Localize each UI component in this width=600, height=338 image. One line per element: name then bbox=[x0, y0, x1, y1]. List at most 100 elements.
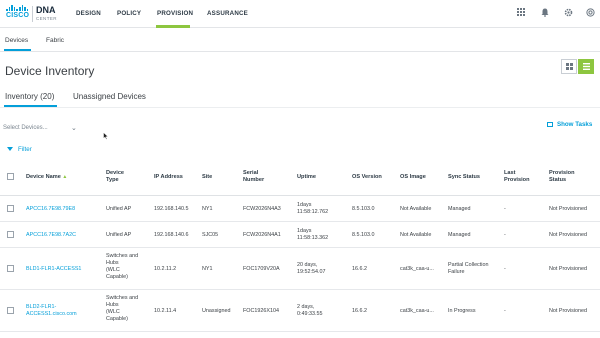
uptime-cell: 1days 11:58:12.762 bbox=[297, 202, 328, 216]
table-row[interactable]: BLD2-FLR1- ACCESS1.cisco.com Switches an… bbox=[0, 290, 600, 332]
ip-address-cell: 192.168.140.5 bbox=[154, 206, 189, 212]
serial-number-cell: FOC1926X104 bbox=[243, 308, 279, 314]
table-row[interactable]: BLD1-FLR1-ACCESS1 Switches and Hubs (WLC… bbox=[0, 248, 600, 290]
table-row[interactable]: APCC16.7E98.7A2C Unified AP 192.168.140.… bbox=[0, 222, 600, 248]
show-tasks-label: Show Tasks bbox=[557, 121, 593, 128]
os-image-cell: cat3k_caa-u... bbox=[400, 266, 434, 272]
nav-design[interactable]: DESIGN bbox=[76, 10, 101, 17]
row-checkbox[interactable] bbox=[7, 205, 14, 212]
column-header-uptime[interactable]: Uptime bbox=[297, 174, 316, 181]
provision-status-cell: Not Provisioned bbox=[549, 232, 588, 238]
device-type-cell: Switches and Hubs (WLC Capable) bbox=[106, 253, 138, 281]
column-header-site[interactable]: Site bbox=[202, 174, 212, 181]
site-cell: NY1 bbox=[202, 206, 213, 212]
column-header-ip-address[interactable]: IP Address bbox=[154, 174, 183, 181]
tab-devices[interactable]: Devices bbox=[5, 37, 28, 44]
device-name-link[interactable]: BLD1-FLR1-ACCESS1 bbox=[26, 266, 81, 273]
cisco-dna-center-logo[interactable]: CISCO DNA CENTER bbox=[6, 5, 62, 23]
ip-address-cell: 192.168.140.6 bbox=[154, 232, 189, 238]
sort-ascending-icon: ▲ bbox=[62, 174, 68, 180]
last-provision-cell: - bbox=[504, 232, 506, 238]
device-name-line: ACCESS1.cisco.com bbox=[26, 311, 77, 317]
row-checkbox[interactable] bbox=[7, 231, 14, 238]
device-type-line: Switches and bbox=[106, 295, 139, 301]
column-header-provision-status[interactable]: Provision Status bbox=[549, 170, 575, 184]
select-devices-placeholder: Select Devices... bbox=[3, 125, 48, 131]
column-header-label: Number bbox=[243, 177, 265, 183]
table-header-row: Device Name ▲ Device Type IP Address Sit… bbox=[0, 160, 600, 196]
filter-label: Filter bbox=[18, 146, 32, 153]
nav-provision[interactable]: PROVISION bbox=[157, 10, 193, 17]
row-checkbox[interactable] bbox=[7, 265, 14, 272]
device-type-line: Capable) bbox=[106, 316, 128, 322]
column-header-os-image[interactable]: OS Image bbox=[400, 174, 426, 181]
column-header-label: Last bbox=[504, 170, 516, 176]
ip-address-cell: 10.2.11.2 bbox=[154, 266, 177, 272]
cisco-wordmark: CISCO bbox=[6, 12, 30, 19]
column-header-label: Device bbox=[106, 170, 125, 176]
device-type-line: (WLC bbox=[106, 267, 120, 273]
serial-number-cell: FOC1709V20A bbox=[243, 266, 280, 272]
device-name-link[interactable]: APCC16.7E98.7A2C bbox=[26, 232, 76, 239]
table-row[interactable]: APCC16.7E98.79E8 Unified AP 192.168.140.… bbox=[0, 196, 600, 222]
uptime-line: 2 days, bbox=[297, 304, 315, 310]
provision-status-cell: Not Provisioned bbox=[549, 206, 588, 212]
column-header-sync-status[interactable]: Sync Status bbox=[448, 174, 480, 181]
select-devices-dropdown[interactable]: Select Devices... ⌄ bbox=[3, 125, 77, 132]
filter-button[interactable]: Filter bbox=[7, 146, 32, 153]
column-header-os-version[interactable]: OS Version bbox=[352, 174, 382, 181]
device-type-line: Capable) bbox=[106, 274, 128, 280]
nav-policy[interactable]: POLICY bbox=[117, 10, 141, 17]
product-name: DNA bbox=[36, 5, 56, 15]
column-header-serial-number[interactable]: Serial Number bbox=[243, 170, 264, 184]
device-type-line: Switches and bbox=[106, 253, 139, 259]
last-provision-cell: - bbox=[504, 206, 506, 212]
device-type-cell: Unified AP bbox=[106, 232, 132, 238]
column-header-label: Device Name bbox=[26, 174, 61, 180]
serial-number-cell: FCW2026N4A3 bbox=[243, 206, 281, 212]
list-view-toggle[interactable] bbox=[578, 59, 594, 74]
uptime-line: 1days bbox=[297, 228, 312, 234]
os-version-cell: 8.5.103.0 bbox=[352, 232, 375, 238]
show-tasks-button[interactable]: Show Tasks bbox=[547, 121, 592, 128]
device-name-line: BLD2-FLR1- bbox=[26, 304, 57, 310]
bell-icon[interactable] bbox=[540, 8, 550, 18]
grid-view-toggle[interactable] bbox=[561, 59, 577, 74]
top-navigation-bar: CISCO DNA CENTER DESIGN POLICY PROVISION… bbox=[0, 0, 600, 28]
tab-fabric[interactable]: Fabric bbox=[46, 37, 64, 44]
column-header-label: Serial bbox=[243, 170, 259, 176]
apps-grid-icon[interactable] bbox=[516, 8, 526, 18]
uptime-line: 11:58:13.362 bbox=[297, 235, 329, 241]
help-icon[interactable] bbox=[585, 8, 595, 18]
column-header-last-provision[interactable]: Last Provision bbox=[504, 170, 530, 184]
provision-subtabs: Devices Fabric bbox=[0, 28, 600, 52]
os-image-cell: cat3k_caa-u... bbox=[400, 308, 434, 314]
tab-inventory[interactable]: Inventory (20) bbox=[5, 92, 54, 101]
device-name-link[interactable]: BLD2-FLR1- ACCESS1.cisco.com bbox=[26, 304, 77, 318]
cisco-bars-icon bbox=[6, 5, 29, 11]
uptime-line: 1days bbox=[297, 202, 312, 208]
device-name-link[interactable]: APCC16.7E98.79E8 bbox=[26, 206, 75, 213]
device-type-cell: Unified AP bbox=[106, 206, 132, 212]
sync-status-cell: Partial Collection Failure bbox=[448, 262, 488, 276]
column-header-label: Provision bbox=[504, 177, 530, 183]
select-all-checkbox[interactable] bbox=[7, 173, 14, 180]
mouse-cursor-icon bbox=[103, 132, 109, 140]
tab-unassigned-devices[interactable]: Unassigned Devices bbox=[73, 92, 146, 101]
nav-assurance[interactable]: ASSURANCE bbox=[207, 10, 248, 17]
device-type-line: (WLC bbox=[106, 309, 120, 315]
uptime-line: 20 days, bbox=[297, 262, 318, 268]
gear-icon[interactable] bbox=[563, 8, 573, 18]
row-checkbox[interactable] bbox=[7, 307, 14, 314]
uptime-line: 19:52:54.07 bbox=[297, 269, 326, 275]
tasks-icon bbox=[547, 122, 553, 127]
os-version-cell: 8.5.103.0 bbox=[352, 206, 375, 212]
sync-status-cell: Managed bbox=[448, 206, 471, 212]
uptime-line: 0:49:33.55 bbox=[297, 311, 323, 317]
column-header-device-type[interactable]: Device Type bbox=[106, 170, 124, 184]
column-header-device-name[interactable]: Device Name ▲ bbox=[26, 174, 67, 181]
column-header-label: Status bbox=[549, 177, 567, 183]
os-image-cell: Not Available bbox=[400, 232, 432, 238]
chevron-down-icon: ⌄ bbox=[71, 125, 77, 132]
os-version-cell: 16.6.2 bbox=[352, 266, 367, 272]
